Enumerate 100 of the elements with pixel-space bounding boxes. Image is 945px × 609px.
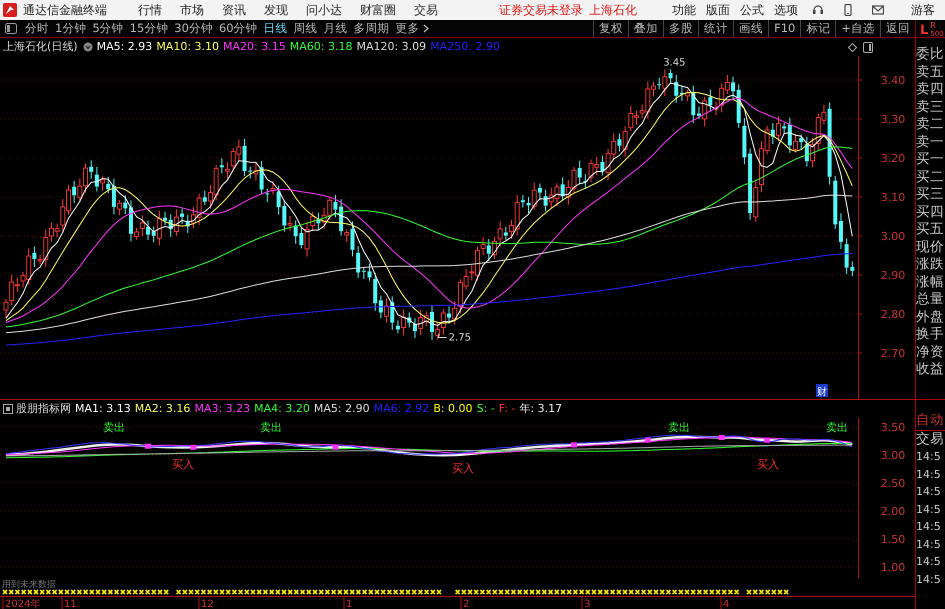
period-tab[interactable]: 60分钟 bbox=[216, 20, 261, 37]
level-indicator: R bbox=[930, 22, 937, 30]
indicator-value: S: - bbox=[476, 400, 495, 417]
toolbar-button[interactable]: 画线 bbox=[733, 20, 768, 37]
toolbar-button[interactable]: F10 bbox=[768, 20, 800, 37]
axis-label: 1.50 bbox=[880, 533, 906, 546]
menu-item[interactable]: 选项 bbox=[769, 0, 803, 20]
axis-label: 1.00 bbox=[880, 561, 906, 574]
mail-icon[interactable] bbox=[872, 4, 884, 16]
menu-item[interactable]: 财富圈 bbox=[351, 0, 405, 20]
period-tab[interactable]: 5分钟 bbox=[89, 20, 127, 37]
chevron-icon bbox=[422, 24, 429, 34]
trade-time: 14:5 bbox=[916, 536, 942, 552]
toolbar-button[interactable]: 复权 bbox=[593, 20, 628, 37]
panel-icon[interactable] bbox=[863, 42, 873, 52]
trade-time: 14:5 bbox=[916, 466, 942, 482]
future-data-note: 用到未来数据 bbox=[2, 580, 56, 590]
axis-label: 2.70 bbox=[880, 347, 906, 360]
quote-label: 换手 bbox=[916, 326, 945, 344]
moving-average-value: MA250: 2.90 bbox=[430, 38, 500, 55]
moving-average-value: MA5: 2.93 bbox=[96, 38, 152, 55]
event-marker-background bbox=[816, 384, 828, 397]
quote-label: 买五 bbox=[916, 221, 945, 238]
toolbar-button[interactable]: 多股 bbox=[663, 20, 698, 37]
chart-title: 上海石化(日线) bbox=[3, 38, 78, 55]
menu-item[interactable]: 交易 bbox=[405, 0, 447, 20]
trade-tab[interactable]: 交易 bbox=[916, 430, 945, 448]
stock-name: 上海石化 bbox=[589, 2, 637, 19]
period-tab[interactable]: 15分钟 bbox=[126, 20, 172, 37]
settings-icon[interactable] bbox=[82, 42, 93, 52]
quote-label: 卖五 bbox=[916, 64, 945, 81]
high-price-label: 3.45 bbox=[663, 58, 686, 68]
level-indicator[interactable]: L bbox=[920, 24, 928, 38]
menu-item[interactable]: 发现 bbox=[255, 0, 297, 20]
period-tab[interactable]: 日线 bbox=[260, 20, 291, 37]
menu-item[interactable]: 市场 bbox=[171, 0, 213, 20]
moving-average-value: MA120: 3.09 bbox=[356, 38, 426, 55]
period-tab[interactable]: 周线 bbox=[290, 20, 321, 37]
period-tab[interactable]: 多周期 bbox=[350, 20, 393, 37]
toolbar-button[interactable]: 叠加 bbox=[628, 20, 664, 37]
trade-time: 14:5 bbox=[916, 449, 942, 465]
date-label: 12 bbox=[201, 599, 214, 609]
menu-item[interactable]: 公式 bbox=[735, 0, 769, 20]
menu-item[interactable]: 问小达 bbox=[297, 0, 351, 20]
quote-label: 买四 bbox=[916, 204, 945, 221]
axis-label: 2.80 bbox=[880, 308, 906, 321]
panel-toggle-icon[interactable] bbox=[5, 23, 17, 34]
indicator-value: MA4: 3.20 bbox=[254, 400, 310, 417]
axis-label: 3.00 bbox=[880, 449, 906, 462]
diamond-icon[interactable] bbox=[848, 42, 857, 52]
quote-label: 卖三 bbox=[916, 98, 945, 116]
quote-label: 现价 bbox=[916, 238, 945, 256]
toolbar-button[interactable]: +自选 bbox=[835, 20, 880, 37]
axis-label: 2.50 bbox=[880, 477, 906, 490]
trade-time: 14:5 bbox=[916, 554, 942, 570]
indicator-value: MA1: 3.13 bbox=[75, 400, 131, 417]
trade-time: 14:5 bbox=[916, 572, 942, 588]
buy-signal-label: 买入 bbox=[452, 462, 474, 475]
buy-signal-label: 买入 bbox=[757, 458, 779, 471]
event-marker[interactable]: 财 bbox=[817, 387, 827, 398]
quote-label: 卖四 bbox=[916, 81, 945, 98]
menu-item[interactable]: 功能 bbox=[667, 0, 701, 20]
quote-label: 涨跌 bbox=[916, 256, 945, 274]
period-tab[interactable]: 30分钟 bbox=[171, 20, 216, 37]
period-tab[interactable]: 分时 bbox=[22, 20, 52, 37]
trade-time: 14:5 bbox=[916, 519, 942, 535]
menu-item[interactable]: 行情 bbox=[129, 0, 171, 20]
indicator-value: MA2: 3.16 bbox=[134, 400, 190, 417]
toolbar-button[interactable]: 标记 bbox=[800, 20, 836, 37]
phone-icon[interactable] bbox=[842, 4, 854, 16]
quote-label: 买一 bbox=[916, 151, 945, 168]
quote-label: 买二 bbox=[916, 168, 945, 186]
axis-label: 2.00 bbox=[880, 505, 906, 518]
date-label: 2 bbox=[463, 599, 470, 609]
quote-label: 总量 bbox=[916, 291, 945, 308]
menu-item[interactable]: 版面 bbox=[701, 0, 735, 20]
settings-icon[interactable] bbox=[3, 404, 13, 414]
login-notice[interactable]: 证券交易未登录 bbox=[499, 1, 583, 19]
axis-label: 3.30 bbox=[880, 113, 906, 126]
period-tab[interactable]: 月线 bbox=[320, 20, 351, 37]
period-tab[interactable]: 1分钟 bbox=[52, 20, 90, 37]
quote-label: 净资 bbox=[916, 344, 945, 361]
axis-label: 3.40 bbox=[880, 74, 906, 87]
axis-label: 3.10 bbox=[880, 191, 906, 204]
axis-label: 2.90 bbox=[880, 269, 906, 282]
period-tab[interactable]: 更多 bbox=[392, 20, 432, 37]
date-label: 3 bbox=[584, 599, 590, 609]
date-label: 4 bbox=[723, 599, 730, 609]
buy-signal-label: 买入 bbox=[172, 458, 194, 471]
user-label[interactable]: 游客 bbox=[893, 0, 945, 20]
app-logo-icon bbox=[3, 3, 17, 17]
quote-label: 涨幅 bbox=[916, 274, 945, 291]
low-price-label: 2.75 bbox=[448, 332, 471, 344]
menu-item[interactable]: 资讯 bbox=[213, 0, 255, 20]
toolbar-button[interactable]: 统计 bbox=[698, 20, 734, 37]
sell-signal-label: 卖出 bbox=[826, 421, 848, 434]
toolbar-button[interactable]: 返回 bbox=[880, 20, 915, 37]
headset-icon[interactable] bbox=[812, 4, 824, 16]
quote-label: 卖一 bbox=[916, 134, 945, 151]
indicator-value: 年: 3.17 bbox=[519, 400, 562, 417]
